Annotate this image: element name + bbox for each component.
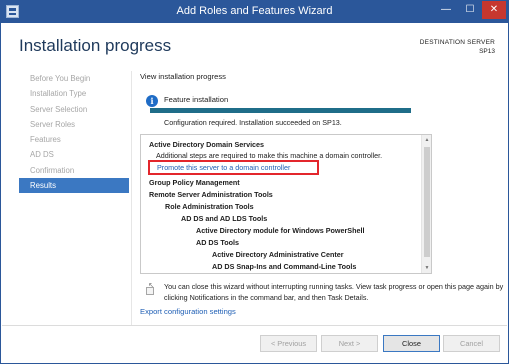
nav-item-ad-ds[interactable]: AD DS xyxy=(19,147,129,162)
window-title: Add Roles and Features Wizard xyxy=(176,5,333,17)
progress-bar-fill xyxy=(150,108,411,113)
title-bar: Add Roles and Features Wizard — ☐ ✕ xyxy=(1,1,508,23)
result-snap-ins: AD DS Snap-Ins and Command-Line Tools xyxy=(212,262,357,271)
export-configuration-link[interactable]: Export configuration settings xyxy=(140,307,236,316)
feature-installation-label: Feature installation xyxy=(164,95,229,104)
info-icon: i xyxy=(146,95,158,107)
nav-divider xyxy=(131,71,132,326)
scroll-down-icon[interactable]: ▼ xyxy=(423,264,431,272)
view-progress-label: View installation progress xyxy=(140,72,226,81)
close-button[interactable]: Close xyxy=(383,335,440,352)
result-ad-ds-tools: AD DS Tools xyxy=(196,238,239,247)
promote-dc-link[interactable]: Promote this server to a domain controll… xyxy=(157,163,290,172)
nav-item-confirmation[interactable]: Confirmation xyxy=(19,163,129,178)
results-scrollbar[interactable]: ▲ ▼ xyxy=(421,135,431,273)
nav-item-before-you-begin[interactable]: Before You Begin xyxy=(19,71,129,86)
result-role-admin-tools: Role Administration Tools xyxy=(165,202,254,211)
page-title: Installation progress xyxy=(19,36,172,55)
next-button[interactable]: Next > xyxy=(321,335,378,352)
nav-item-server-selection[interactable]: Server Selection xyxy=(19,102,129,117)
result-rsat: Remote Server Administration Tools xyxy=(149,190,273,199)
maximize-icon[interactable]: ☐ xyxy=(458,1,482,19)
results-list: Active Directory Domain Services Additio… xyxy=(140,134,432,274)
result-ad-ds-lds-tools: AD DS and AD LDS Tools xyxy=(181,214,268,223)
result-additional-steps: Additional steps are required to make th… xyxy=(156,151,383,160)
result-ad-ds: Active Directory Domain Services xyxy=(149,140,265,149)
nav-item-server-roles[interactable]: Server Roles xyxy=(19,117,129,132)
footer-divider xyxy=(2,325,507,326)
close-wizard-notice-icon: ↖ xyxy=(146,282,157,295)
progress-status-text: Configuration required. Installation suc… xyxy=(164,118,342,127)
destination-server-label: DESTINATION SERVER xyxy=(419,39,495,46)
previous-button[interactable]: < Previous xyxy=(260,335,317,352)
wizard-step-nav: Before You Begin Installation Type Serve… xyxy=(19,71,129,194)
results-list-content: Active Directory Domain Services Additio… xyxy=(141,135,422,273)
nav-item-features[interactable]: Features xyxy=(19,132,129,147)
close-wizard-notice: You can close this wizard without interr… xyxy=(164,282,504,302)
wizard-window: Add Roles and Features Wizard — ☐ ✕ Inst… xyxy=(0,0,509,364)
result-group-policy: Group Policy Management xyxy=(149,178,240,187)
wizard-header: Installation progress DESTINATION SERVER… xyxy=(2,23,507,65)
result-ad-powershell: Active Directory module for Windows Powe… xyxy=(196,226,365,235)
nav-item-installation-type[interactable]: Installation Type xyxy=(19,86,129,101)
window-close-icon[interactable]: ✕ xyxy=(482,1,506,19)
destination-server-name: SP13 xyxy=(479,48,495,55)
nav-item-results[interactable]: Results xyxy=(19,178,129,194)
minimize-icon[interactable]: — xyxy=(434,1,458,19)
installation-progress-bar xyxy=(150,108,411,113)
scroll-up-icon[interactable]: ▲ xyxy=(423,136,431,144)
scroll-thumb[interactable] xyxy=(424,147,430,257)
cancel-button[interactable]: Cancel xyxy=(443,335,500,352)
result-ad-admin-center: Active Directory Administrative Center xyxy=(212,250,344,259)
